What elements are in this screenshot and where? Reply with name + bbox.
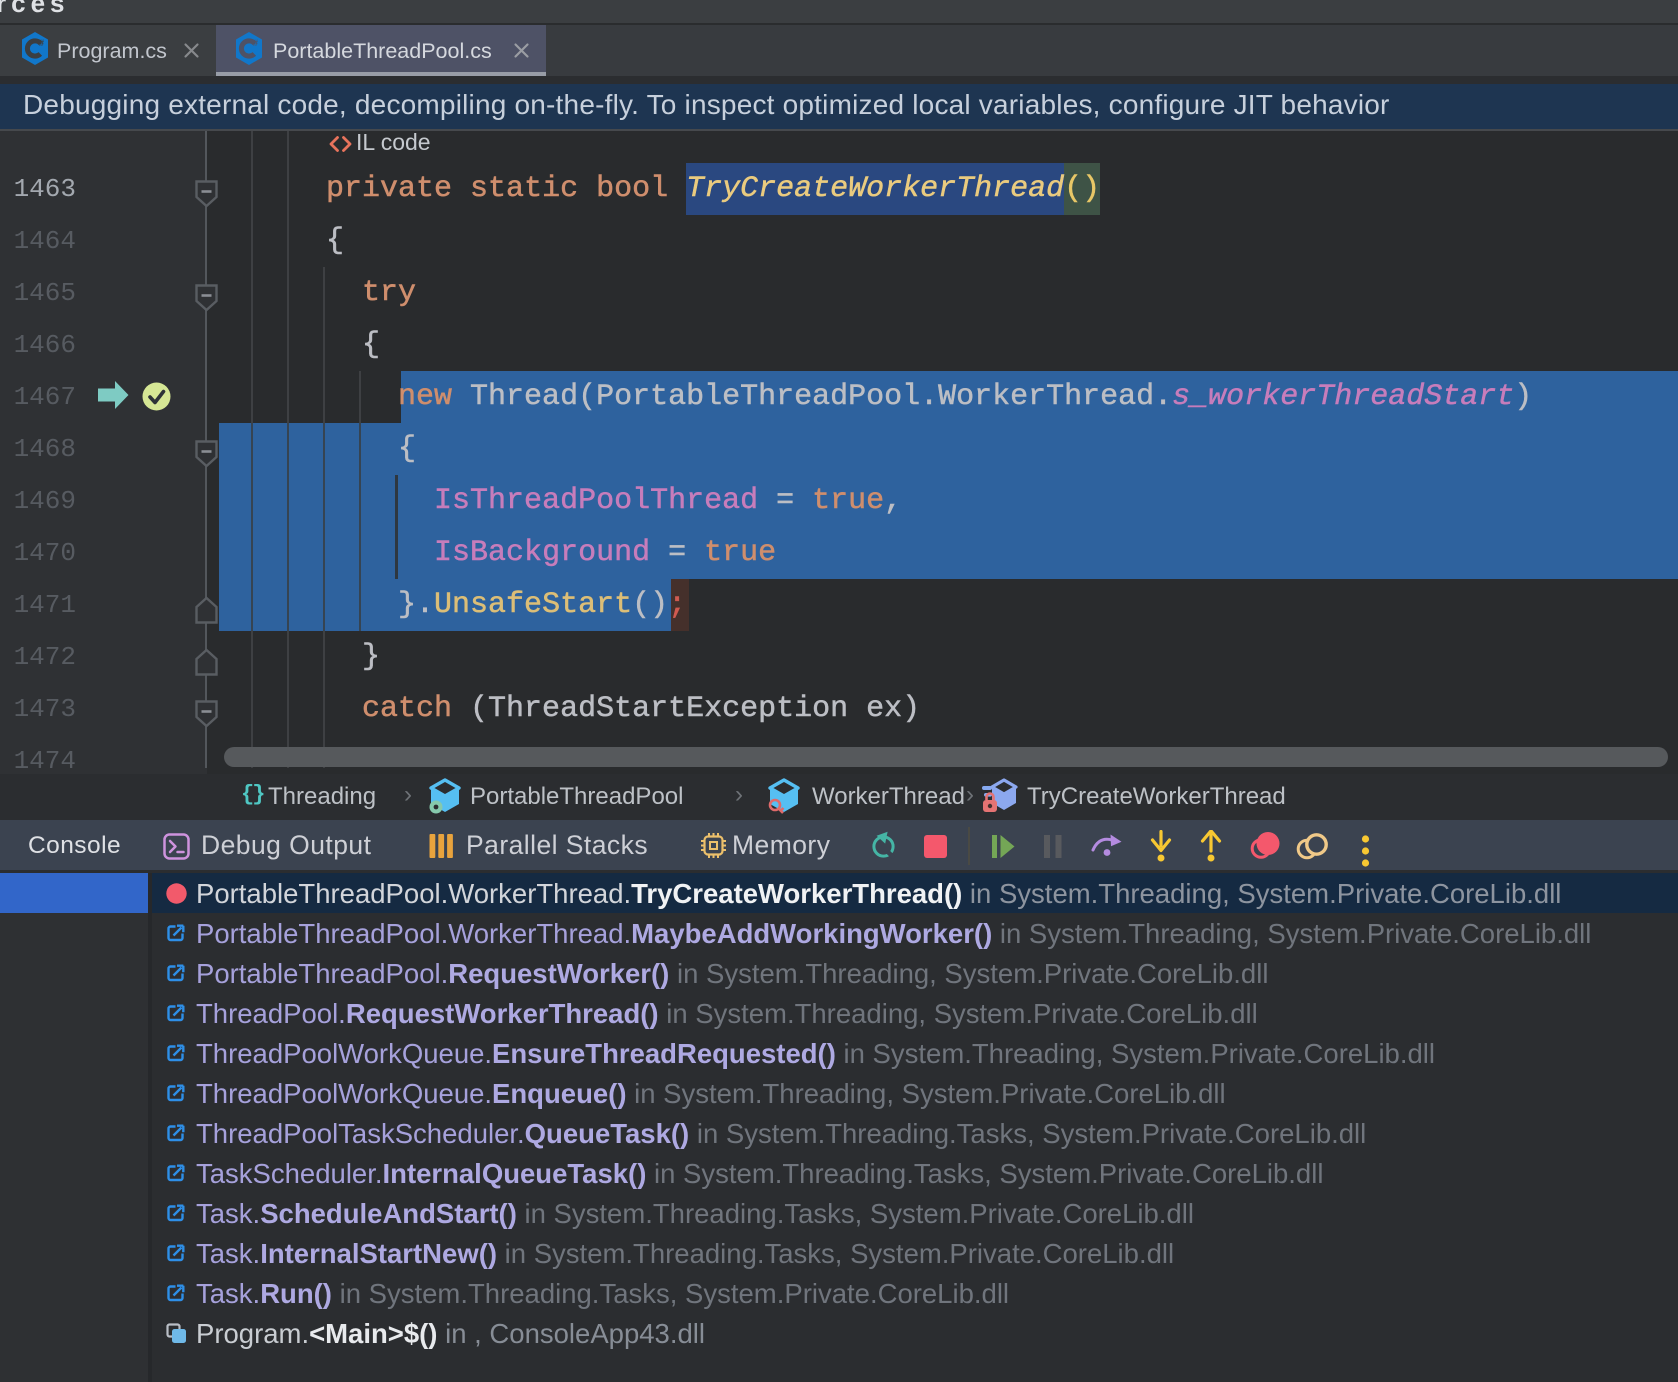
svg-text:#: #: [39, 38, 44, 48]
svg-text:#: #: [253, 38, 258, 48]
